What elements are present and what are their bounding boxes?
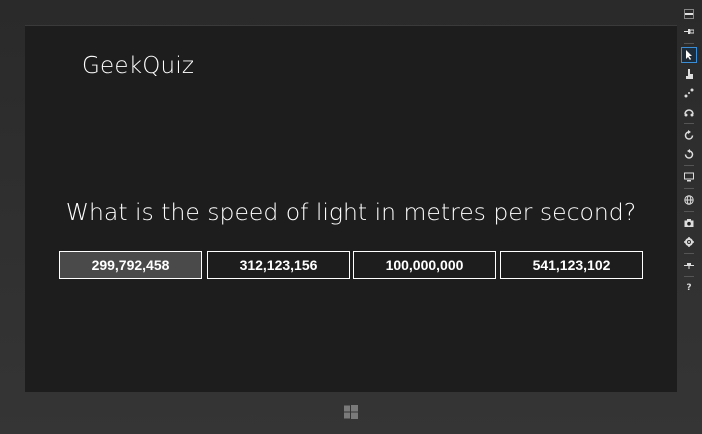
app-title: GeekQuiz (82, 53, 195, 79)
answer-list: 299,792,458 312,123,156 100,000,000 541,… (59, 251, 643, 279)
toolbar-separator (684, 123, 694, 124)
toolbar-separator (684, 211, 694, 212)
toolbar-separator (684, 43, 694, 44)
rotate-clockwise-icon[interactable] (681, 127, 697, 143)
answer-button-4[interactable]: 541,123,102 (500, 251, 643, 279)
rotation-touch-icon[interactable] (681, 104, 697, 120)
set-location-icon[interactable] (681, 192, 697, 208)
windows-logo-icon (344, 405, 358, 419)
screenshot-icon[interactable] (681, 215, 697, 231)
pin-icon[interactable] (681, 24, 697, 40)
screenshot-settings-icon[interactable] (681, 234, 697, 250)
toolbar-separator (684, 253, 694, 254)
touch-mode-icon[interactable] (681, 66, 697, 82)
toolbar-separator (684, 276, 694, 277)
toolbar-separator (684, 165, 694, 166)
toolbar-separator (684, 188, 694, 189)
minimize-icon[interactable] (681, 6, 697, 22)
simulator-toolbar: ? (680, 6, 698, 306)
answer-button-2[interactable]: 312,123,156 (207, 251, 350, 279)
rotate-counterclockwise-icon[interactable] (681, 146, 697, 162)
network-icon[interactable] (681, 257, 697, 273)
mouse-mode-icon[interactable] (681, 47, 697, 63)
windows-start-button[interactable] (342, 403, 360, 421)
answer-button-3[interactable]: 100,000,000 (353, 251, 496, 279)
answer-button-1[interactable]: 299,792,458 (59, 251, 202, 279)
simulator-frame: GeekQuiz What is the speed of light in m… (0, 0, 702, 434)
help-icon[interactable]: ? (681, 280, 697, 296)
pinch-zoom-icon[interactable] (681, 85, 697, 101)
app-screen: GeekQuiz What is the speed of light in m… (25, 25, 677, 392)
question-text: What is the speed of light in metres per… (65, 198, 637, 226)
change-resolution-icon[interactable] (681, 169, 697, 185)
